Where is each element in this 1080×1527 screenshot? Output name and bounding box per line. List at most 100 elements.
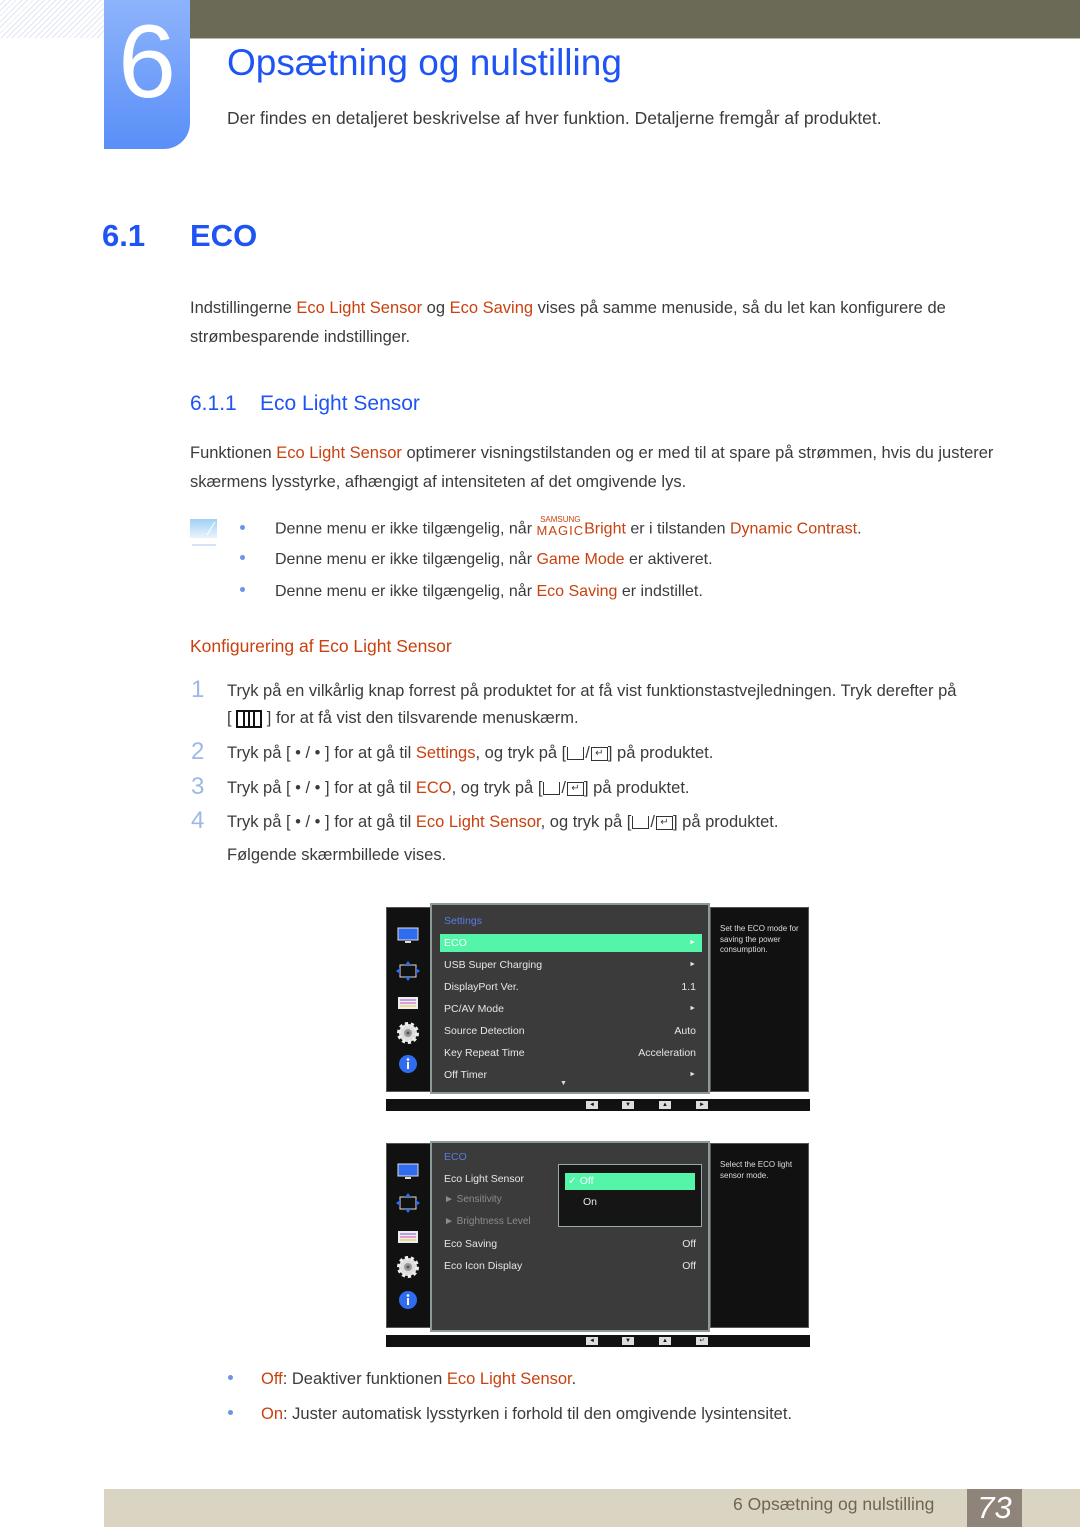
text: er indstillet. <box>617 583 703 600</box>
info-icon <box>399 1291 417 1309</box>
text: Tryk på [ • / • ] for at gå til <box>227 779 416 797</box>
label: USB Super Charging <box>444 959 543 971</box>
osd-item-eco-saving[interactable]: Eco Saving Off <box>444 1235 702 1253</box>
highlight-term: Eco Light Sensor <box>415 813 541 831</box>
label: Source Detection <box>444 1025 525 1037</box>
osd-help-text: Set the ECO mode for saving the power co… <box>720 924 799 954</box>
text: er i tilstanden <box>625 520 730 538</box>
bullet <box>240 525 245 530</box>
text: ] for at få vist den tilsvarende menuskæ… <box>266 709 579 727</box>
info-icon <box>399 1055 417 1073</box>
osd-sidebar <box>386 1143 431 1328</box>
label: DisplayPort Ver. <box>444 981 519 993</box>
header-bar <box>190 0 1080 39</box>
section-number: 6.1 <box>102 218 146 253</box>
value: Off <box>682 1238 696 1250</box>
label: ► Brightness Level <box>444 1216 531 1227</box>
enter-icon: ↵ <box>655 815 673 830</box>
highlight-term: ECO <box>415 779 452 797</box>
highlight-term: Off <box>261 1370 283 1388</box>
osd-help-panel: Set the ECO mode for saving the power co… <box>710 907 809 1092</box>
scroll-down-icon[interactable]: ▼ <box>560 1080 567 1087</box>
enter-icon: ↵ <box>590 746 608 761</box>
onscreen-display-icon <box>396 961 420 981</box>
footer-chapter: 6 Opsætning og nulstilling <box>733 1494 935 1514</box>
arrow-right-icon: ► <box>689 1005 696 1012</box>
step-number: 1 <box>191 676 205 703</box>
note-item: Denne menu er ikke tilgængelig, når Game… <box>240 551 713 569</box>
osd-menu-header: ECO <box>444 1151 467 1163</box>
picture-icon <box>397 927 419 943</box>
osd-item-displayport-ver[interactable]: DisplayPort Ver. 1.1 <box>444 978 702 996</box>
osd-item-off-timer[interactable]: Off Timer ► <box>444 1066 702 1084</box>
up-key-icon: ▲ <box>659 1337 671 1345</box>
text: Denne menu er ikke tilgængelig, når <box>275 583 537 600</box>
text: ] på produktet. <box>672 813 779 831</box>
osd-item-eco[interactable]: ECO ► <box>440 934 702 952</box>
highlight-term: On <box>261 1405 284 1423</box>
text: ] på produktet. <box>584 779 690 797</box>
subsection-number: 6.1.1 <box>190 392 237 415</box>
value: 1.1 <box>681 981 696 993</box>
osd-menu-header: Settings <box>444 915 482 927</box>
text: Indstillingerne <box>190 299 297 317</box>
label: Key Repeat Time <box>444 1047 525 1059</box>
text: , og tryk på [ <box>451 779 543 797</box>
osd-item-source-detection[interactable]: Source Detection Auto <box>444 1022 702 1040</box>
bullet <box>240 555 245 561</box>
left-key-icon: ◄ <box>586 1337 598 1345</box>
section-paragraph: Indstillingerne Eco Light Sensor og Eco … <box>190 294 1020 352</box>
label: Eco Light Sensor <box>444 1173 524 1185</box>
label: ► Sensitivity <box>444 1194 502 1205</box>
highlight-term: Eco Light Sensor <box>296 299 423 317</box>
color-icon <box>398 1231 418 1243</box>
osd-item-eco-icon-display[interactable]: Eco Icon Display Off <box>444 1257 702 1275</box>
step-1-line-2: [ ] for at få vist den tilsvarende menus… <box>227 709 579 728</box>
osd-option-on[interactable]: On <box>583 1196 597 1208</box>
highlight-term: Eco Light Sensor <box>276 444 402 462</box>
osd-item-pc-av-mode[interactable]: PC/AV Mode ► <box>444 1000 702 1018</box>
chapter-title: Opsætning og nulstilling <box>227 42 622 83</box>
down-key-icon: ▼ <box>622 1101 634 1109</box>
value: Off <box>682 1260 696 1272</box>
highlight-term: Settings <box>415 744 476 762</box>
bracket: [ <box>227 709 232 727</box>
osd-help-text: Select the ECO light sensor mode. <box>720 1160 793 1180</box>
step-3: Tryk på [ • / • ] for at gå til ECO, og … <box>227 779 690 797</box>
step-number: 2 <box>191 738 205 765</box>
enter-key-icon: ↵ <box>696 1337 708 1345</box>
source-icon <box>543 782 561 796</box>
config-heading: Konfigurering af Eco Light Sensor <box>190 636 452 656</box>
step-4: Tryk på [ • / • ] for at gå til Eco Ligh… <box>227 813 779 831</box>
osd-key-guide: ◄ ▼ ▲ ↵ <box>386 1335 810 1347</box>
highlight-term: Dynamic Contrast <box>729 520 858 538</box>
arrow-right-icon: ► <box>689 961 696 968</box>
right-key-icon: ► <box>696 1101 708 1109</box>
section-title: ECO <box>190 218 258 253</box>
picture-icon <box>397 1163 419 1179</box>
bullet <box>228 1410 233 1416</box>
osd-option-off[interactable]: ✓ Off <box>565 1173 695 1190</box>
onscreen-display-icon <box>396 1193 420 1213</box>
text: . <box>857 520 862 538</box>
page-number: 73 <box>967 1489 1022 1527</box>
color-icon <box>398 997 418 1009</box>
osd-item-key-repeat-time[interactable]: Key Repeat Time Acceleration <box>444 1044 702 1062</box>
text: : Juster automatisk lysstyrken i forhold… <box>283 1405 792 1423</box>
text: , og tryk på [ <box>475 744 567 762</box>
osd-item-usb-super-charging[interactable]: USB Super Charging ► <box>444 956 702 974</box>
note-item: Denne menu er ikke tilgængelig, når Eco … <box>240 583 703 601</box>
highlight-term: Game Mode <box>536 551 625 568</box>
label: ECO <box>444 937 467 949</box>
step-number: 4 <box>191 807 205 834</box>
label: Eco Saving <box>444 1238 498 1250</box>
source-icon <box>632 816 650 830</box>
label: Eco Icon Display <box>444 1260 523 1272</box>
osd-menu-settings: Settings ECO ► USB Super Charging ► Displa… <box>430 903 710 1094</box>
logo-bottom: MAGIC <box>536 523 585 538</box>
text: Funktionen <box>190 444 277 462</box>
text: , og tryk på [ <box>540 813 632 831</box>
note-item: Denne menu er ikke tilgængelig, når SAMS… <box>240 516 862 540</box>
chapter-number: 6 <box>118 4 176 120</box>
arrow-right-icon: ► <box>689 1071 696 1078</box>
